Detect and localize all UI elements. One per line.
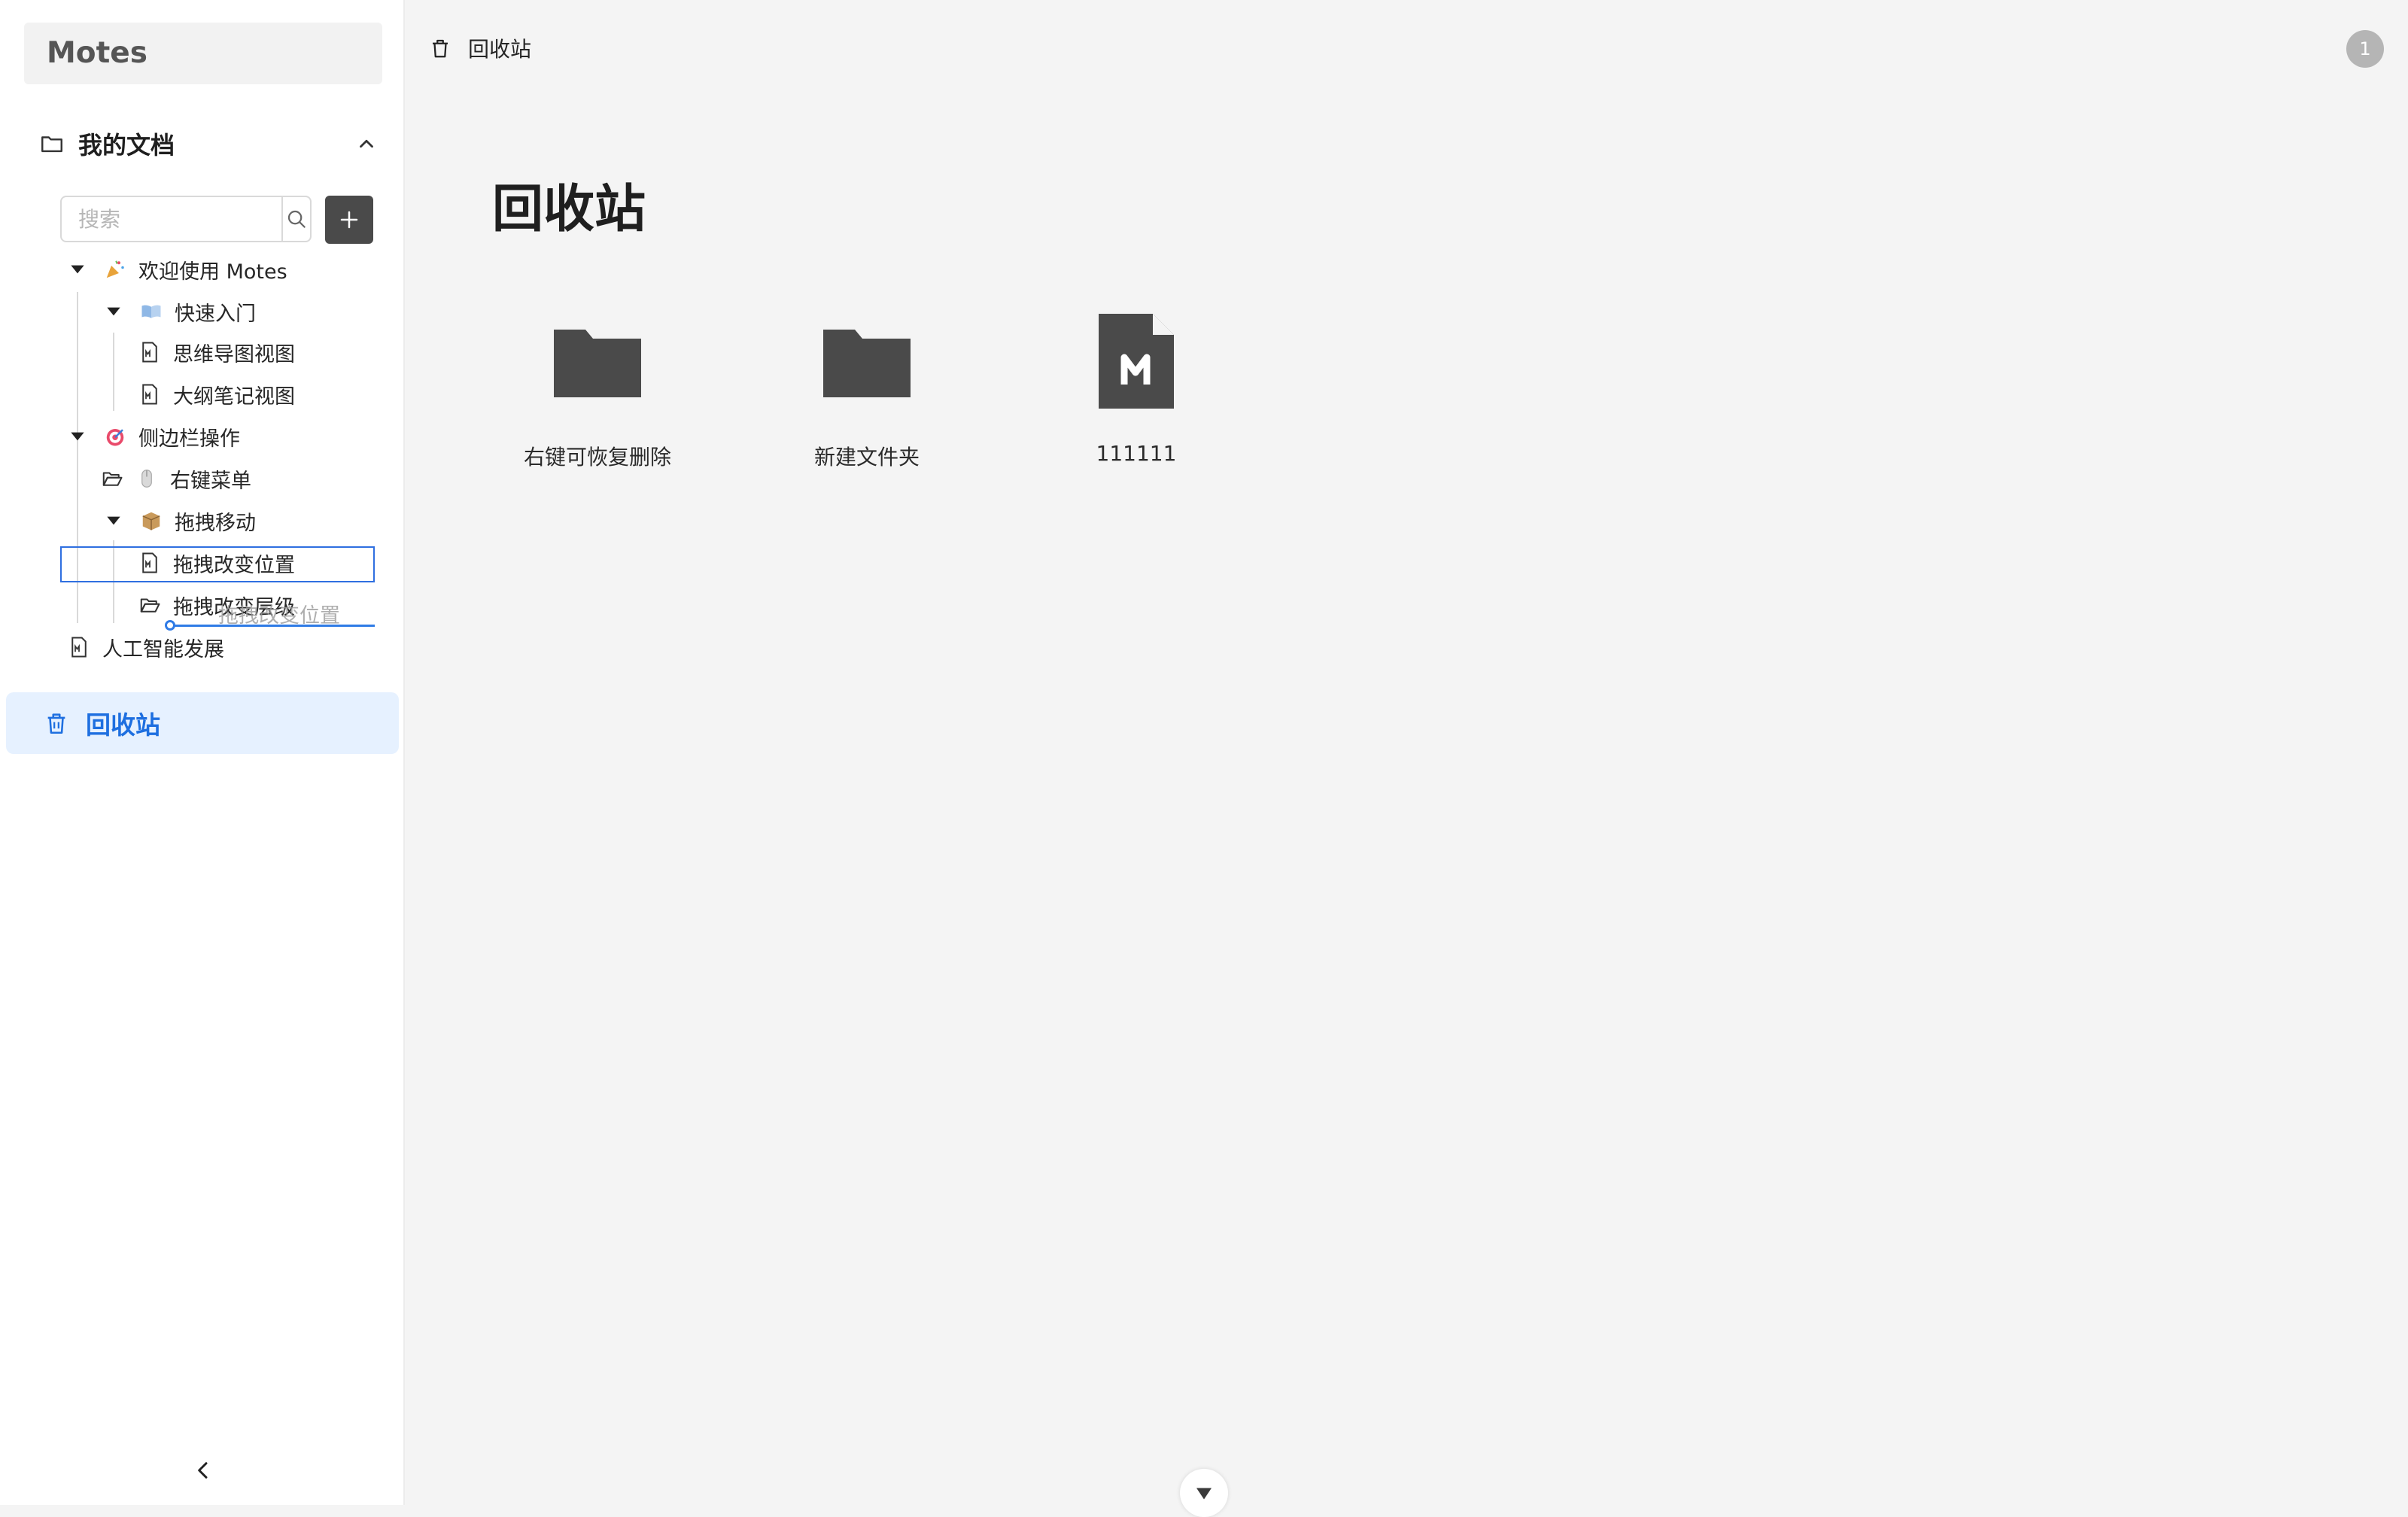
chevron-left-icon (198, 1462, 208, 1479)
trash-icon (433, 39, 448, 58)
tree-item-label: 人工智能发展 (102, 637, 224, 661)
tree-item-label: 右键菜单 (170, 469, 251, 493)
my-documents-header[interactable]: 我的文档 (39, 123, 378, 164)
folder-icon (823, 330, 911, 397)
item-name: 右键可恢复删除 (523, 445, 671, 470)
folder-icon (554, 330, 641, 397)
tree-item-label: 拖拽改变位置 (173, 553, 295, 577)
sidebar: Motes 我的文档 欢迎使用 Motes 快速入门 (0, 0, 405, 1505)
folder-open-icon (102, 472, 123, 486)
target-icon (106, 429, 124, 446)
bottom-toggle-button[interactable] (1180, 1469, 1228, 1517)
tree-item-label: 大纲笔记视图 (173, 385, 295, 409)
caret-down-icon[interactable] (104, 511, 123, 530)
trash-label: 回收站 (86, 710, 160, 740)
search-row (60, 196, 373, 244)
collapse-sidebar-button[interactable] (191, 1458, 215, 1482)
breadcrumb-label: 回收站 (468, 37, 532, 62)
section-label: 我的文档 (78, 131, 175, 160)
tree-item-context-menu[interactable]: 右键菜单 (101, 459, 251, 498)
page-title: 回收站 (492, 180, 646, 239)
folder-icon (39, 131, 65, 157)
tree-item-label: 快速入门 (175, 302, 256, 326)
search-button[interactable] (281, 197, 310, 241)
breadcrumb: 回收站 (429, 33, 531, 63)
markdown-file-icon (142, 342, 157, 363)
sidebar-item-trash[interactable]: 回收站 (6, 692, 399, 754)
caret-down-icon[interactable] (104, 302, 123, 321)
trash-item-markdown[interactable]: 111111 (1038, 301, 1234, 466)
add-document-button[interactable] (325, 196, 373, 244)
search-input[interactable] (62, 198, 281, 240)
markdown-file-icon (142, 552, 157, 573)
folder-open-icon (140, 598, 160, 613)
tree-item-outline[interactable]: 大纲笔记视图 (138, 375, 295, 414)
tree-item-label: 拖拽移动 (175, 511, 256, 535)
app-title: Motes (24, 23, 382, 84)
party-popper-icon (106, 260, 124, 278)
tree-item-label: 侧边栏操作 (138, 427, 240, 451)
tree-item-mindmap[interactable]: 思维导图视图 (138, 333, 295, 372)
search-icon (287, 210, 306, 228)
tree-guide (113, 333, 114, 411)
tree-item-sidebar-ops[interactable]: 侧边栏操作 (68, 417, 240, 456)
markdown-file-icon (71, 637, 87, 658)
item-name: 新建文件夹 (813, 445, 920, 470)
markdown-file-icon (142, 384, 157, 405)
chevron-up-icon[interactable] (355, 132, 378, 155)
caret-down-icon[interactable] (68, 427, 87, 446)
item-name: 111111 (1096, 441, 1177, 466)
trash-icon (47, 713, 65, 734)
package-icon (142, 512, 160, 530)
tree-item-drag-move[interactable]: 拖拽移动 (104, 501, 256, 540)
tree-item-welcome[interactable]: 欢迎使用 Motes (68, 250, 287, 289)
tree-item-quick-start[interactable]: 快速入门 (104, 292, 256, 331)
open-book-icon (141, 305, 161, 318)
drag-ghost-label: 拖拽改变位置 (218, 604, 340, 628)
plus-icon (340, 211, 358, 229)
tree-item-label: 欢迎使用 Motes (138, 260, 287, 284)
caret-down-icon (1196, 1488, 1212, 1500)
tree-item-label: 思维导图视图 (173, 342, 295, 366)
tree-item-ai[interactable]: 人工智能发展 (68, 628, 224, 667)
trash-item-folder[interactable]: 右键可恢复删除 (500, 301, 695, 471)
caret-down-icon[interactable] (68, 260, 87, 279)
tree-item-drag-position[interactable]: 拖拽改变位置 (138, 543, 295, 582)
search-box (60, 196, 312, 242)
notification-badge[interactable]: 1 (2346, 30, 2384, 68)
markdown-file-icon (1099, 314, 1174, 409)
mouse-icon (141, 470, 152, 488)
trash-item-folder[interactable]: 新建文件夹 (769, 301, 965, 471)
